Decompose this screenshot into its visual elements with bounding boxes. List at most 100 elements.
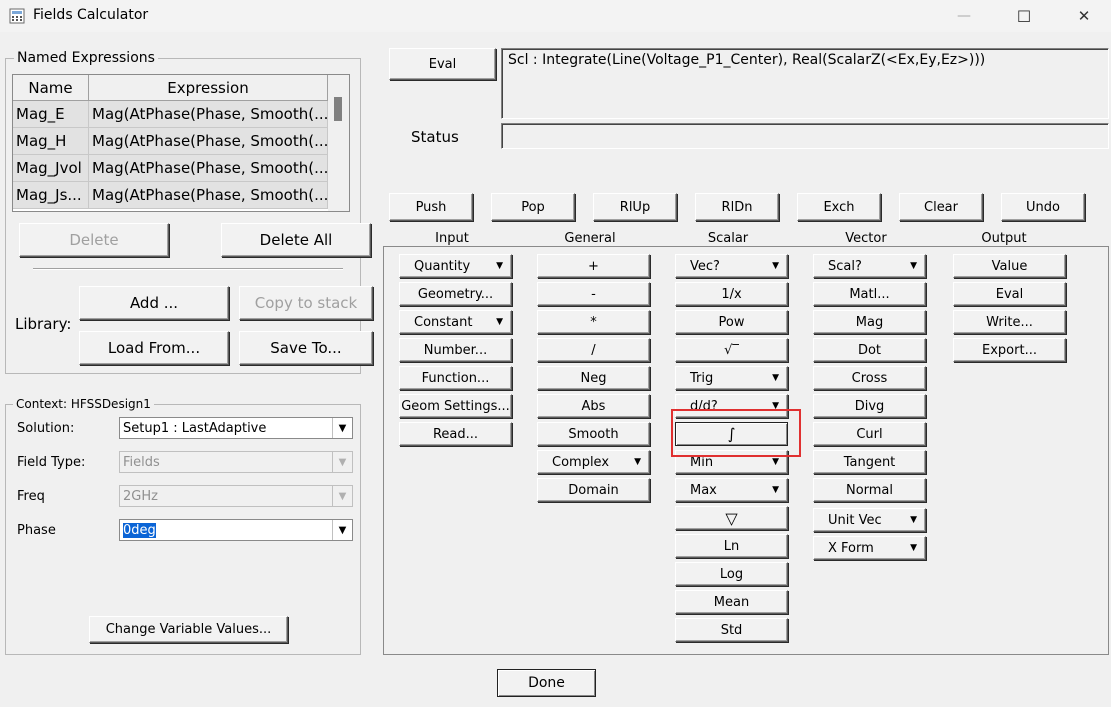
chevron-down-icon[interactable]: ▼	[332, 452, 352, 472]
phase-select[interactable]: 0deg ▼	[119, 519, 353, 541]
reciprocal-button[interactable]: 1/x	[675, 282, 788, 306]
matl-button[interactable]: Matl...	[813, 282, 926, 306]
write-button[interactable]: Write...	[953, 310, 1066, 334]
plus-button[interactable]: +	[537, 254, 650, 278]
std-button[interactable]: Std	[675, 618, 788, 642]
function-button[interactable]: Function...	[399, 366, 512, 390]
domain-button[interactable]: Domain	[537, 478, 650, 502]
close-icon[interactable]: ✕	[1061, 0, 1107, 32]
vec-button[interactable]: Vec? ▼	[675, 254, 788, 278]
solution-value: Setup1 : LastAdaptive	[123, 420, 267, 436]
export-button[interactable]: Export...	[953, 338, 1066, 362]
chevron-down-icon[interactable]: ▼	[332, 520, 352, 540]
copy-to-stack-button[interactable]: Copy to stack	[239, 286, 373, 320]
geometry-button[interactable]: Geometry...	[399, 282, 512, 306]
solution-select[interactable]: Setup1 : LastAdaptive ▼	[119, 417, 353, 439]
save-to-button[interactable]: Save To...	[239, 331, 373, 365]
add-button[interactable]: Add ...	[79, 286, 229, 320]
named-expressions-table[interactable]: Name Expression Mag_E Mag(AtPhase(Phase,…	[12, 74, 350, 212]
freq-label: Freq	[17, 489, 45, 504]
xform-button[interactable]: X Form ▼	[813, 536, 926, 560]
cross-button[interactable]: Cross	[813, 366, 926, 390]
undo-button[interactable]: Undo	[1001, 193, 1085, 221]
general-column-title: General	[564, 231, 616, 246]
constant-label: Constant	[414, 314, 473, 330]
done-button[interactable]: Done	[497, 669, 596, 697]
multiply-button[interactable]: *	[537, 310, 650, 334]
scrollbar-thumb[interactable]	[334, 97, 342, 121]
dropdown-arrow-icon: ▼	[910, 261, 917, 271]
window-title: Fields Calculator	[33, 7, 149, 23]
smooth-button[interactable]: Smooth	[537, 422, 650, 446]
normal-button[interactable]: Normal	[813, 478, 926, 502]
chevron-down-icon[interactable]: ▼	[332, 418, 352, 438]
pow-button[interactable]: Pow	[675, 310, 788, 334]
row-expression: Mag(AtPhase(Phase, Smooth(...	[89, 155, 328, 182]
value-button[interactable]: Value	[953, 254, 1066, 278]
quantity-label: Quantity	[414, 258, 471, 274]
phase-value: 0deg	[123, 522, 156, 538]
neg-button[interactable]: Neg	[537, 366, 650, 390]
solution-label: Solution:	[17, 421, 75, 436]
rldn-button[interactable]: RlDn	[695, 193, 779, 221]
scal-button[interactable]: Scal? ▼	[813, 254, 926, 278]
status-label: Status	[411, 128, 459, 146]
row-expression: Mag(AtPhase(Phase, Smooth(...	[89, 128, 328, 155]
output-eval-button[interactable]: Eval	[953, 282, 1066, 306]
minus-button[interactable]: -	[537, 282, 650, 306]
constant-button[interactable]: Constant ▼	[399, 310, 512, 334]
complex-button[interactable]: Complex ▼	[537, 450, 650, 474]
number-button[interactable]: Number...	[399, 338, 512, 362]
trig-button[interactable]: Trig ▼	[675, 366, 788, 390]
geom-settings-button[interactable]: Geom Settings...	[399, 394, 512, 418]
change-variable-values-button[interactable]: Change Variable Values...	[89, 616, 288, 643]
mean-button[interactable]: Mean	[675, 590, 788, 614]
push-button[interactable]: Push	[389, 193, 473, 221]
load-from-button[interactable]: Load From...	[79, 331, 229, 365]
read-button[interactable]: Read...	[399, 422, 512, 446]
phase-label: Phase	[17, 523, 56, 538]
abs-button[interactable]: Abs	[537, 394, 650, 418]
field-type-label: Field Type:	[17, 455, 86, 470]
dot-button[interactable]: Dot	[813, 338, 926, 362]
clear-button[interactable]: Clear	[899, 193, 983, 221]
minimize-icon[interactable]: —	[941, 0, 987, 32]
delete-all-button[interactable]: Delete All	[221, 223, 371, 257]
table-scrollbar[interactable]	[328, 75, 349, 211]
log-button[interactable]: Log	[675, 562, 788, 586]
chevron-down-icon[interactable]: ▼	[332, 486, 352, 506]
column-header-name[interactable]: Name	[13, 75, 89, 101]
eval-button[interactable]: Eval	[389, 48, 496, 80]
pop-button[interactable]: Pop	[491, 193, 575, 221]
row-expression: Mag(AtPhase(Phase, Smooth(...	[89, 182, 328, 209]
maximize-icon[interactable]: ☐	[1001, 0, 1047, 32]
gradient-button[interactable]: ▽	[675, 506, 788, 530]
dropdown-arrow-icon: ▼	[772, 457, 779, 467]
divg-button[interactable]: Divg	[813, 394, 926, 418]
sqrt-button[interactable]: √‾	[675, 338, 788, 362]
row-name: Mag_Jvol	[13, 155, 89, 182]
rlup-button[interactable]: RlUp	[593, 193, 677, 221]
status-display	[501, 123, 1109, 149]
vector-column-title: Vector	[845, 231, 887, 246]
tangent-button[interactable]: Tangent	[813, 450, 926, 474]
mag-button[interactable]: Mag	[813, 310, 926, 334]
max-button[interactable]: Max ▼	[675, 478, 788, 502]
curl-button[interactable]: Curl	[813, 422, 926, 446]
column-header-expression[interactable]: Expression	[89, 75, 328, 101]
row-name: Mag_H	[13, 128, 89, 155]
calculator-icon	[9, 8, 25, 24]
freq-select[interactable]: 2GHz ▼	[119, 485, 353, 507]
context-label: Context: HFSSDesign1	[13, 397, 154, 411]
ln-button[interactable]: Ln	[675, 534, 788, 558]
exch-button[interactable]: Exch	[797, 193, 881, 221]
divide-button[interactable]: /	[537, 338, 650, 362]
field-type-select[interactable]: Fields ▼	[119, 451, 353, 473]
delete-button[interactable]: Delete	[19, 223, 169, 257]
dropdown-arrow-icon: ▼	[772, 373, 779, 383]
dropdown-arrow-icon: ▼	[910, 515, 917, 525]
xform-label: X Form	[828, 540, 874, 556]
quantity-button[interactable]: Quantity ▼	[399, 254, 512, 278]
scalar-column-title: Scalar	[707, 231, 749, 246]
unit-vec-button[interactable]: Unit Vec ▼	[813, 508, 926, 532]
